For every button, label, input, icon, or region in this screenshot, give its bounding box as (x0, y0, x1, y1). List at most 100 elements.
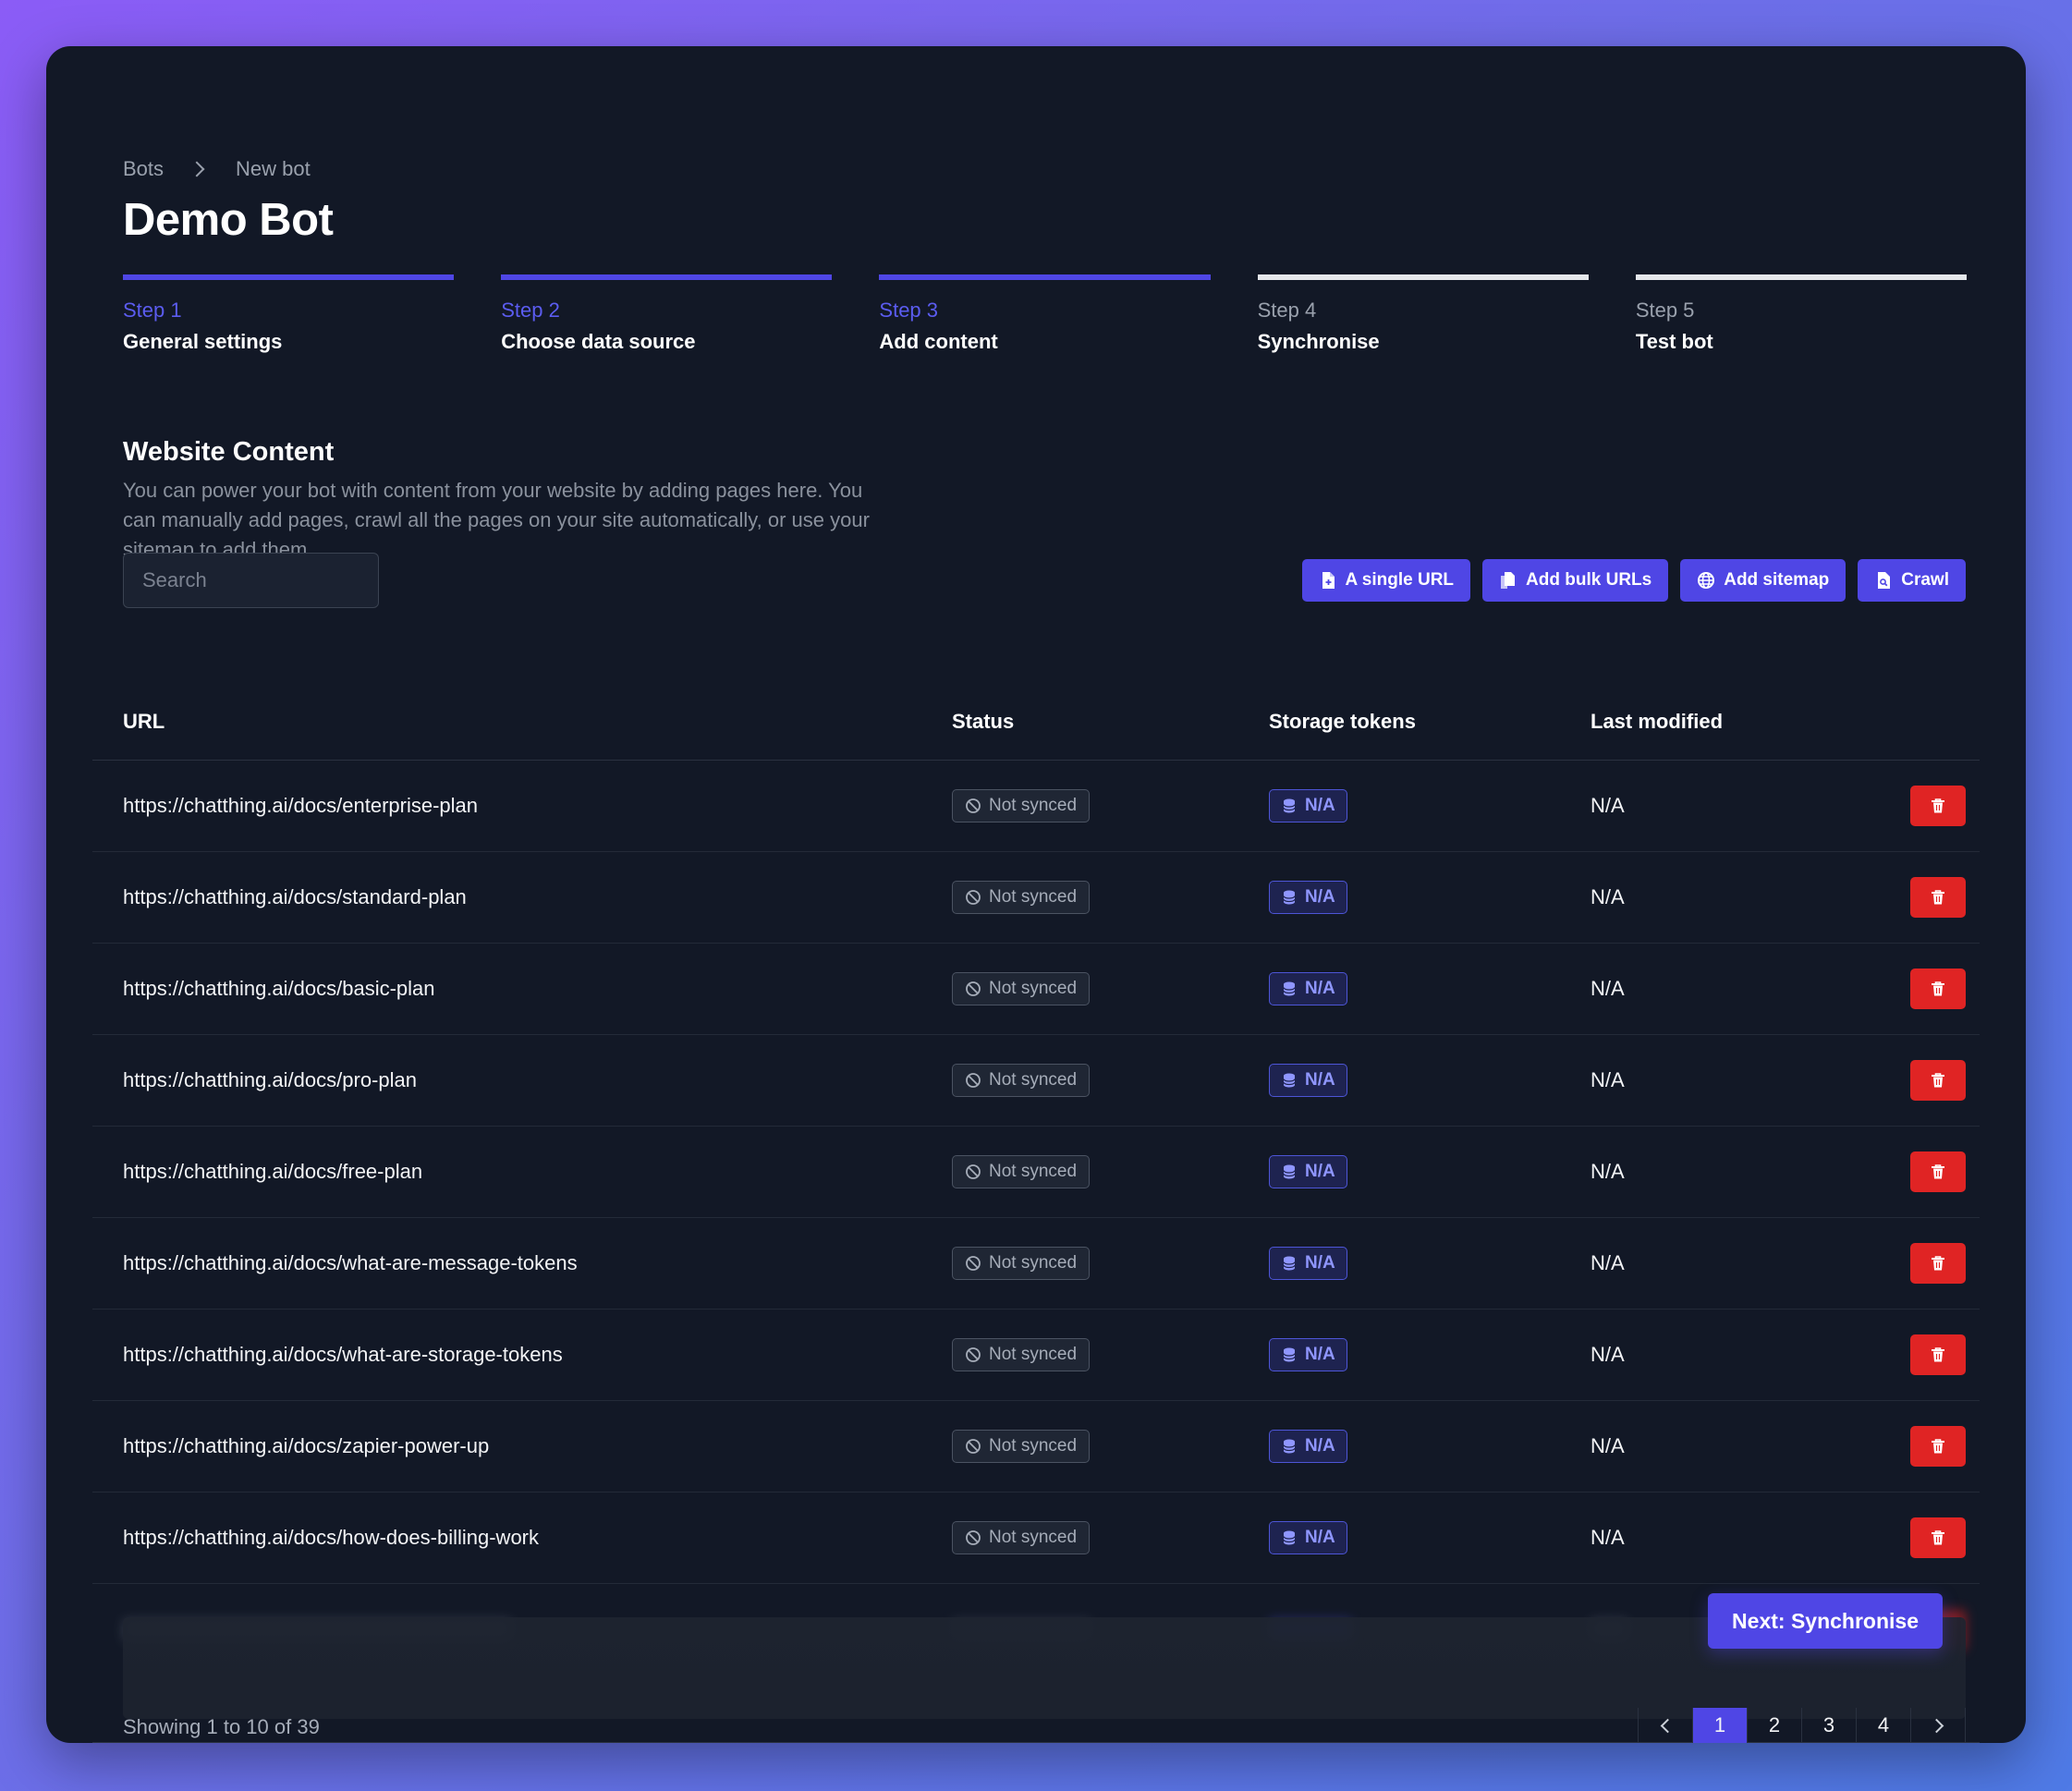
row-actions (1910, 1426, 1966, 1467)
step-progress-bar (1257, 274, 1589, 280)
ban-icon (966, 890, 981, 905)
status-badge: Not synced (952, 1430, 1091, 1463)
status-text: Not synced (989, 979, 1078, 998)
storage-tokens-badge: N/A (1269, 1430, 1347, 1463)
next-synchronise-button[interactable]: Next: Synchronise (1708, 1593, 1943, 1649)
pagination-page-3[interactable]: 3 (1802, 1708, 1857, 1743)
column-header-storage-tokens[interactable]: Storage tokens (1269, 710, 1416, 734)
delete-button[interactable] (1910, 1060, 1966, 1101)
table-row: https://chatthing.ai/docs/pro-plan Not sy… (92, 1035, 1980, 1127)
document-plus-icon (1322, 572, 1335, 589)
row-url: https://chatthing.ai/docs/zapier-power-u… (123, 1434, 490, 1457)
trash-icon (1932, 890, 1944, 905)
step-label: General settings (123, 330, 283, 353)
delete-button[interactable] (1910, 1426, 1966, 1467)
add-single-url-button[interactable]: A single URL (1301, 559, 1471, 602)
database-icon (1283, 890, 1296, 905)
row-url: https://chatthing.ai/docs/what-are-stora… (123, 1343, 563, 1366)
column-header-url[interactable]: URL (123, 710, 165, 734)
tokens-text: N/A (1305, 1070, 1335, 1090)
tokens-text: N/A (1305, 1436, 1335, 1456)
step-label: Choose data source (501, 330, 696, 353)
row-last-modified: N/A (1591, 1343, 1625, 1366)
step-number: Step 1 (123, 298, 182, 322)
breadcrumb-bots-link[interactable]: Bots (123, 157, 164, 181)
step-1[interactable]: Step 1 General settings (123, 274, 455, 354)
pagination: 1234 (1638, 1708, 1966, 1743)
pagination-previous-button[interactable] (1639, 1708, 1693, 1743)
tokens-text: N/A (1305, 979, 1335, 998)
storage-tokens-badge: N/A (1269, 881, 1347, 914)
row-actions (1910, 877, 1966, 918)
status-text: Not synced (989, 796, 1078, 815)
pagination-page-1[interactable]: 1 (1693, 1708, 1748, 1743)
row-url: https://chatthing.ai/docs/enterprise-pla… (123, 794, 479, 817)
delete-button[interactable] (1910, 877, 1966, 918)
status-badge: Not synced (952, 1521, 1091, 1554)
row-last-modified: N/A (1591, 1434, 1625, 1457)
row-actions (1910, 1334, 1966, 1375)
pagination-page-4[interactable]: 4 (1857, 1708, 1911, 1743)
tokens-text: N/A (1305, 1253, 1335, 1273)
add-sitemap-button[interactable]: Add sitemap (1680, 559, 1847, 602)
status-text: Not synced (989, 1070, 1078, 1090)
delete-button[interactable] (1910, 1517, 1966, 1558)
trash-icon (1932, 798, 1944, 813)
pagination-next-button[interactable] (1911, 1708, 1966, 1743)
step-5[interactable]: Step 5 Test bot (1635, 274, 1968, 354)
delete-button[interactable] (1910, 1334, 1966, 1375)
row-actions (1910, 1517, 1966, 1558)
row-actions (1910, 1243, 1966, 1284)
storage-tokens-badge: N/A (1269, 1338, 1347, 1371)
row-last-modified: N/A (1591, 885, 1625, 908)
status-badge: Not synced (952, 1338, 1091, 1371)
table-row: https://chatthing.ai/docs/enterprise-pla… (92, 761, 1980, 852)
trash-icon (1932, 1347, 1944, 1362)
search-input[interactable] (123, 553, 379, 608)
row-actions (1910, 1151, 1966, 1192)
tokens-text: N/A (1305, 1345, 1335, 1364)
delete-button[interactable] (1910, 1243, 1966, 1284)
row-url: https://chatthing.ai/docs/how-does-billi… (123, 1526, 540, 1549)
crawl-button[interactable]: Crawl (1858, 559, 1966, 602)
pagination-page-2[interactable]: 2 (1748, 1708, 1802, 1743)
chevron-left-icon (1660, 1718, 1675, 1733)
status-badge: Not synced (952, 972, 1091, 1005)
delete-button[interactable] (1910, 1151, 1966, 1192)
storage-tokens-badge: N/A (1269, 1521, 1347, 1554)
trash-icon (1932, 1164, 1944, 1179)
table-row: https://chatthing.ai/docs/free-plan Not s… (92, 1127, 1980, 1218)
trash-icon (1932, 1530, 1944, 1545)
table-row: https://chatthing.ai/docs/standard-plan N… (92, 852, 1980, 944)
step-progress-bar (123, 274, 455, 280)
row-last-modified: N/A (1591, 977, 1625, 1000)
step-label: Synchronise (1257, 330, 1380, 353)
table-row: https://chatthing.ai/docs/zapier-power-u… (92, 1401, 1980, 1492)
pagination-summary: Showing 1 to 10 of 39 (123, 1715, 320, 1738)
table-row: https://chatthing.ai/docs/what-are-stora… (92, 1310, 1980, 1401)
step-3[interactable]: Step 3 Add content (879, 274, 1211, 354)
column-header-last-modified[interactable]: Last modified (1591, 710, 1723, 734)
delete-button[interactable] (1910, 786, 1966, 826)
column-header-status[interactable]: Status (952, 710, 1014, 734)
status-badge: Not synced (952, 1064, 1091, 1097)
step-number: Step 4 (1257, 298, 1317, 322)
delete-button[interactable] (1910, 969, 1966, 1009)
storage-tokens-badge: N/A (1269, 972, 1347, 1005)
add-bulk-urls-button[interactable]: Add bulk URLs (1482, 559, 1669, 602)
section-description: You can power your bot with content from… (123, 479, 870, 561)
status-text: Not synced (989, 1253, 1078, 1273)
database-icon (1283, 1530, 1296, 1545)
row-actions (1910, 1060, 1966, 1101)
tokens-text: N/A (1305, 796, 1335, 815)
table-header: URL Status Storage tokens Last modified (92, 684, 1980, 761)
row-url: https://chatthing.ai/docs/what-are-messa… (123, 1251, 578, 1274)
page-title: Demo Bot (123, 195, 334, 245)
table-row: https://chatthing.ai/docs/basic-plan Not … (92, 944, 1980, 1035)
document-search-icon (1878, 572, 1891, 589)
row-url: https://chatthing.ai/docs/basic-plan (123, 977, 435, 1000)
stepper: Step 1 General settings Step 2 Choose data … (123, 274, 1968, 354)
tokens-text: N/A (1305, 1162, 1335, 1181)
step-2[interactable]: Step 2 Choose data source (501, 274, 833, 354)
step-4[interactable]: Step 4 Synchronise (1257, 274, 1589, 354)
